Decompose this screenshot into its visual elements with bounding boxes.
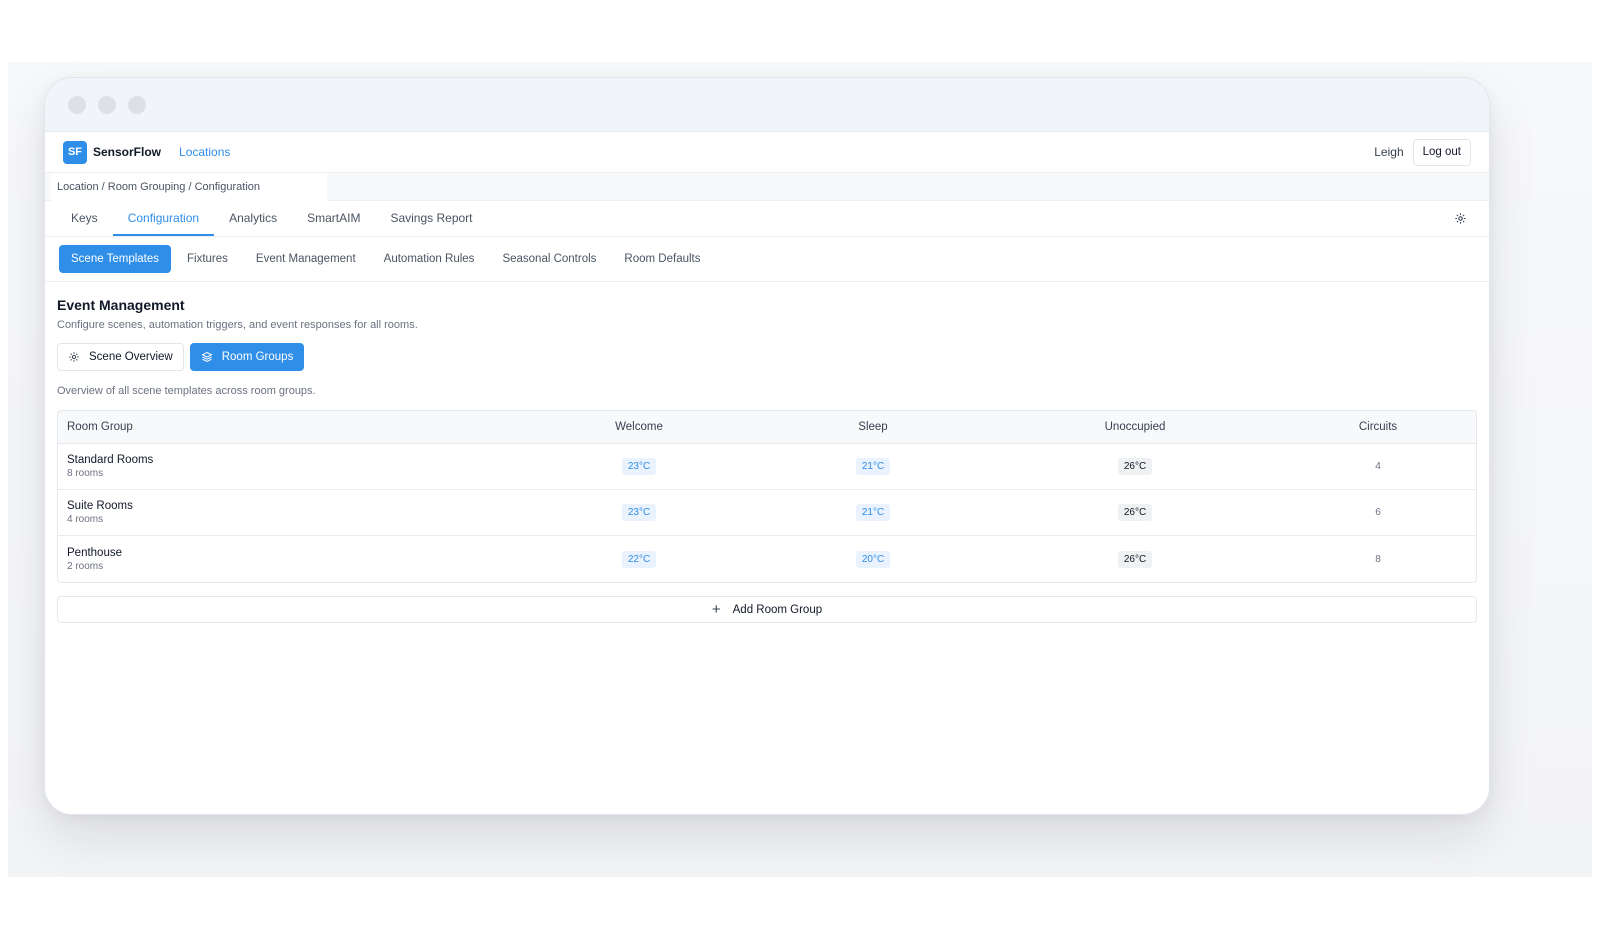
layers-icon (201, 351, 213, 363)
breadcrumb-bar: Location / Room Grouping / Configuration (45, 173, 1489, 201)
room-group-name: Standard Rooms (67, 454, 154, 466)
top-navbar: SF SensorFlow Locations Leigh Log out (45, 132, 1489, 173)
room-group-name: Penthouse (67, 546, 122, 559)
config-subtabs: Scene Templates Fixtures Event Managemen… (45, 237, 1489, 282)
unoccupied-temp-badge: 26°C (1117, 458, 1153, 475)
column-header-room-group: Room Group (67, 421, 133, 433)
room-count: 4 rooms (67, 514, 104, 525)
view-toggle-group: Scene Overview Room Groups (57, 343, 1477, 371)
room-group-cell: Suite Rooms 4 rooms (58, 490, 522, 535)
table-row[interactable]: Penthouse 2 rooms 22°C 20°C 26°C 8 (58, 536, 1476, 582)
sleep-temp-badge: 20°C (855, 550, 891, 568)
sleep-temp-badge: 21°C (855, 504, 891, 521)
circuits-count: 8 (1375, 553, 1381, 565)
circuits-count: 6 (1375, 507, 1381, 518)
window-minimize-dot[interactable] (98, 95, 116, 114)
app-brand-name[interactable]: SensorFlow (93, 145, 161, 159)
welcome-temp-badge: 23°C (621, 504, 657, 521)
room-group-cell: Standard Rooms 8 rooms (58, 444, 522, 489)
subtab-automation-rules[interactable]: Automation Rules (372, 245, 487, 273)
column-header-sleep: Sleep (858, 421, 888, 433)
subtab-fixtures[interactable]: Fixtures (175, 245, 240, 273)
subtab-seasonal-controls[interactable]: Seasonal Controls (490, 245, 608, 273)
tab-analytics[interactable]: Analytics (214, 201, 292, 236)
room-count: 8 rooms (67, 468, 104, 479)
nav-link-locations[interactable]: Locations (179, 145, 230, 159)
table-row[interactable]: Suite Rooms 4 rooms 23°C 21°C 26°C 6 (58, 490, 1476, 536)
room-count: 2 rooms (67, 560, 104, 572)
scene-overview-label: Scene Overview (89, 351, 173, 363)
column-header-welcome: Welcome (615, 421, 663, 433)
sleep-temp-badge: 21°C (855, 458, 891, 475)
table-row[interactable]: Standard Rooms 8 rooms 23°C 21°C 26°C 4 (58, 444, 1476, 490)
room-groups-button[interactable]: Room Groups (189, 343, 305, 371)
main-tabs: Keys Configuration Analytics SmartAIM Sa… (45, 201, 1489, 237)
tab-configuration[interactable]: Configuration (112, 201, 215, 236)
add-room-group-button[interactable]: + Add Room Group (57, 596, 1477, 623)
user-name: Leigh (1374, 145, 1404, 159)
room-group-table: Room Group Welcome Sleep Unoccupied Circ… (57, 410, 1477, 583)
window-titlebar (45, 78, 1489, 132)
subtab-room-defaults[interactable]: Room Defaults (612, 245, 712, 273)
unoccupied-temp-badge: 26°C (1117, 504, 1153, 521)
tab-smartaim[interactable]: SmartAIM (292, 201, 375, 236)
page-title: Event Management (57, 297, 185, 313)
gear-icon[interactable] (1453, 211, 1467, 225)
unoccupied-temp-badge: 26°C (1117, 550, 1153, 568)
column-header-circuits: Circuits (1358, 421, 1398, 433)
logout-button[interactable]: Log out (1412, 138, 1471, 166)
subtab-scene-templates[interactable]: Scene Templates (59, 245, 172, 273)
welcome-temp-badge: 22°C (621, 550, 657, 568)
main-content: Event Management Configure scenes, autom… (45, 282, 1489, 623)
window-maximize-dot[interactable] (128, 95, 146, 114)
scene-overview-button[interactable]: Scene Overview (57, 343, 184, 371)
circuits-count: 4 (1375, 461, 1381, 472)
overview-description: Overview of all scene templates across r… (57, 385, 316, 397)
app-logo[interactable]: SF (63, 140, 87, 164)
window-close-dot[interactable] (68, 95, 86, 114)
room-groups-label: Room Groups (221, 351, 294, 363)
breadcrumb: Location / Room Grouping / Configuration (51, 173, 327, 201)
plus-icon: + (711, 601, 721, 618)
table-header: Room Group Welcome Sleep Unoccupied Circ… (58, 411, 1476, 444)
room-group-cell: Penthouse 2 rooms (58, 536, 522, 582)
app-window: SF SensorFlow Locations Leigh Log out Lo… (44, 77, 1490, 815)
room-group-name: Suite Rooms (67, 500, 133, 512)
tab-savings-report[interactable]: Savings Report (375, 201, 487, 236)
page-subtitle: Configure scenes, automation triggers, a… (57, 319, 418, 331)
add-room-group-label: Add Room Group (732, 603, 823, 616)
welcome-temp-badge: 23°C (621, 458, 657, 475)
column-header-unoccupied: Unoccupied (1104, 421, 1166, 433)
gear-icon (69, 352, 79, 362)
tab-keys[interactable]: Keys (56, 201, 113, 236)
subtab-event-management[interactable]: Event Management (244, 245, 368, 273)
